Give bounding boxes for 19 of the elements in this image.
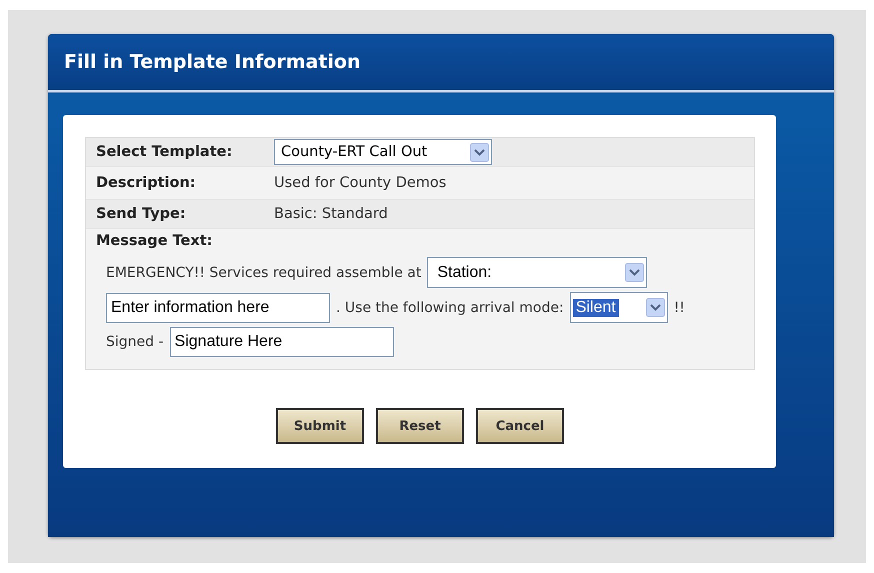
dropdown[interactable]: Station:: [427, 257, 648, 288]
field-value: Basic: Standard: [274, 206, 388, 222]
template-dropdown[interactable]: County-ERT Call Out: [274, 139, 492, 165]
input-field[interactable]: Enter information here: [106, 292, 330, 322]
field-label: Description:: [96, 175, 197, 191]
message-text: !!: [674, 300, 685, 316]
form-button[interactable]: Submit: [276, 408, 364, 444]
form-button[interactable]: Reset: [376, 408, 464, 444]
message-text: . Use the following arrival mode:: [336, 300, 564, 316]
window-title: Fill in Template Information: [64, 51, 361, 73]
field-label: Send Type:: [96, 206, 187, 222]
input-field[interactable]: Signature Here: [170, 327, 394, 357]
form-button[interactable]: Cancel: [476, 408, 564, 444]
field-label: Message Text:: [95, 232, 214, 251]
field-label: Select Template:: [96, 144, 234, 160]
message-text: Signed -: [106, 334, 164, 350]
message-text: EMERGENCY!! Services required assemble at: [106, 264, 422, 280]
field-value: Used for County Demos: [274, 175, 446, 191]
dropdown[interactable]: Silent: [570, 292, 668, 323]
